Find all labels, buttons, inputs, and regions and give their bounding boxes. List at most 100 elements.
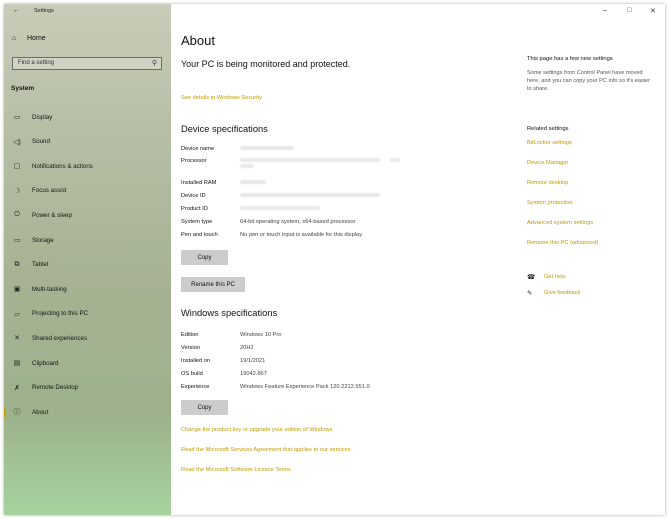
related-settings-heading: Related settings — [527, 126, 569, 132]
rename-pc-button[interactable]: Rename this PC — [181, 277, 245, 292]
give-feedback-link[interactable]: Give feedback — [544, 290, 580, 296]
sidebar-item-label: Remote Desktop — [32, 384, 79, 392]
shared-experiences-icon: ✕ — [14, 335, 20, 343]
sidebar-item-label: Notifications & actions — [32, 162, 93, 170]
close-button[interactable]: ✕ — [650, 7, 656, 15]
spec-value-redacted — [240, 146, 294, 152]
projecting-icon: ▱ — [14, 310, 20, 318]
minimize-button[interactable]: – — [603, 7, 607, 14]
get-help-link[interactable]: Get help — [544, 274, 566, 280]
sidebar-home-label: Home — [27, 35, 46, 42]
maximize-button[interactable]: □ — [627, 7, 631, 14]
sidebar-section-title: System — [11, 85, 35, 92]
windows-security-link[interactable]: See details in Windows Security — [181, 95, 262, 101]
tablet-icon: ⧉ — [14, 260, 20, 268]
monitored-status: Your PC is being monitored and protected… — [181, 59, 351, 69]
sidebar-item-label: Shared experiences — [32, 334, 88, 342]
spec-label: System type — [181, 219, 213, 225]
spec-value-redacted — [240, 180, 266, 186]
copy-windows-specs-button[interactable]: Copy — [181, 400, 228, 415]
remote-desktop-icon: ✗ — [14, 384, 20, 392]
spec-label: Installed on — [181, 358, 211, 364]
licence-terms-link[interactable]: Read the Microsoft Software Licence Term… — [181, 467, 291, 473]
sidebar-item-label: Clipboard — [32, 359, 59, 367]
focus-assist-icon: ☽ — [13, 187, 21, 195]
windows-specs-heading: Windows specifications — [181, 308, 278, 318]
spec-value-redacted — [240, 193, 380, 199]
clipboard-icon: ▤ — [13, 360, 21, 367]
sidebar-item-shared-experiences[interactable]: ✕ Shared experiences — [4, 329, 171, 347]
spec-label: Processor — [181, 158, 207, 164]
sidebar-item-label: Storage — [32, 236, 54, 244]
spec-value-redacted — [240, 206, 320, 212]
product-key-link[interactable]: Change the product key or upgrade your e… — [181, 427, 332, 433]
related-link-system-protection[interactable]: System protection — [527, 200, 573, 206]
sidebar-item-label: Projecting to this PC — [32, 310, 89, 318]
sidebar-item-label: Sound — [32, 138, 50, 146]
sidebar-item-storage[interactable]: ▭ Storage — [4, 231, 171, 249]
spec-label: Device name — [181, 146, 215, 152]
spec-value: Windows 10 Pro — [240, 332, 282, 338]
home-icon: ⌂ — [12, 35, 17, 42]
sidebar-item-home[interactable]: ⌂ Home — [12, 35, 46, 42]
sidebar-item-label: About — [32, 408, 49, 416]
sidebar-item-projecting-to-this-pc[interactable]: ▱ Projecting to this PC — [4, 305, 171, 323]
spec-value: 20H2 — [240, 345, 254, 351]
device-specs-heading: Device specifications — [181, 124, 268, 134]
spec-label: Installed RAM — [181, 180, 217, 186]
sidebar-item-tablet[interactable]: ⧉ Tablet — [4, 256, 171, 274]
spec-value: 19042.867 — [240, 371, 267, 377]
sidebar-item-remote-desktop[interactable]: ✗ Remote Desktop — [4, 379, 171, 397]
sidebar-item-label: Focus assist — [32, 187, 67, 195]
related-link-rename-this-pc-advanced[interactable]: Rename this PC (advanced) — [527, 240, 598, 246]
sidebar-item-sound[interactable]: ◁) Sound — [4, 133, 171, 151]
sidebar-item-label: Display — [32, 113, 53, 121]
back-arrow-icon[interactable]: ← — [13, 7, 20, 14]
spec-label: Edition — [181, 332, 199, 338]
spec-label: Pen and touch — [181, 232, 218, 238]
notice-text: Some settings from Control Panel have mo… — [527, 70, 650, 92]
spec-value: No pen or touch input is available for t… — [240, 232, 363, 238]
sidebar-item-label: Multi-tasking — [32, 285, 67, 293]
related-link-bitlocker-settings[interactable]: BitLocker settings — [527, 140, 572, 146]
spec-value-redacted — [240, 158, 400, 170]
notifications-icon: ▢ — [13, 163, 21, 171]
search-icon: ⚲ — [151, 60, 157, 67]
sidebar-item-label: Tablet — [32, 261, 49, 269]
search-placeholder: Find a setting — [18, 60, 55, 66]
settings-window: ← Settings ⌂ Home Find a setting ⚲ Syste… — [4, 4, 665, 515]
copy-device-specs-button[interactable]: Copy — [181, 250, 228, 265]
sidebar-item-multi-tasking[interactable]: ▣ Multi-tasking — [4, 280, 171, 298]
sidebar: ← Settings ⌂ Home Find a setting ⚲ Syste… — [4, 4, 171, 515]
sidebar-item-label: Power & sleep — [32, 211, 72, 219]
multitasking-icon: ▣ — [13, 286, 21, 294]
sidebar-item-power-sleep[interactable]: ⏻ Power & sleep — [4, 206, 171, 224]
related-link-remote-desktop[interactable]: Remote desktop — [527, 180, 568, 186]
sidebar-item-notifications-actions[interactable]: ▢ Notifications & actions — [4, 157, 171, 175]
display-icon: ▭ — [13, 114, 21, 121]
spec-label: Version — [181, 345, 200, 351]
sidebar-item-focus-assist[interactable]: ☽ Focus assist — [4, 182, 171, 200]
spec-value: Windows Feature Experience Pack 120.2212… — [240, 384, 370, 390]
app-title: Settings — [34, 8, 54, 14]
main-content: – □ ✕ About Your PC is being monitored a… — [171, 4, 665, 515]
sidebar-item-about[interactable]: ⓘ About — [4, 403, 171, 421]
feedback-icon: ✎ — [527, 290, 533, 297]
related-link-advanced-system-settings[interactable]: Advanced system settings — [527, 220, 593, 226]
services-agreement-link[interactable]: Read the Microsoft Services Agreement th… — [181, 447, 350, 453]
storage-icon: ▭ — [13, 237, 21, 244]
sound-icon: ◁) — [13, 138, 21, 146]
power-icon: ⏻ — [14, 211, 20, 219]
sidebar-item-display[interactable]: ▭ Display — [4, 108, 171, 126]
sidebar-item-clipboard[interactable]: ▤ Clipboard — [4, 354, 171, 372]
info-icon: ⓘ — [13, 409, 21, 417]
search-input[interactable]: Find a setting ⚲ — [12, 57, 162, 70]
spec-value: 64-bit operating system, x64-based proce… — [240, 219, 356, 225]
spec-label: Product ID — [181, 206, 208, 212]
page-title: About — [181, 33, 215, 48]
spec-label: Device ID — [181, 193, 206, 199]
title-bar: ← Settings — [4, 4, 171, 18]
spec-label: OS build — [181, 371, 203, 377]
help-icon: ☎ — [527, 274, 536, 281]
related-link-device-manager[interactable]: Device Manager — [527, 160, 568, 166]
